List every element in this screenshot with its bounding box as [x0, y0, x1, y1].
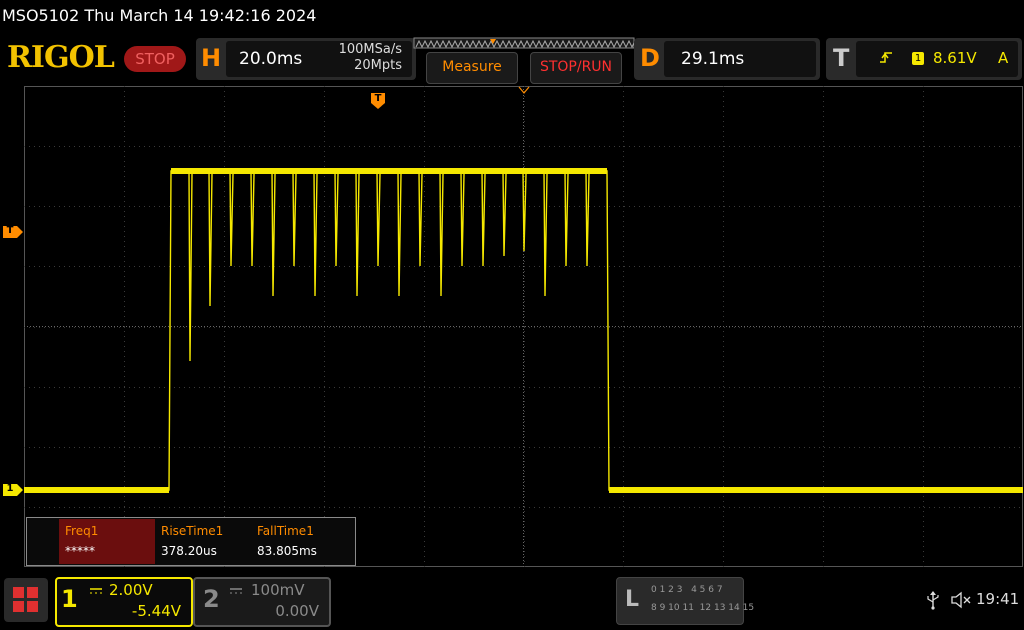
menu-button[interactable]	[4, 578, 48, 622]
trigger-level-label: T	[6, 225, 14, 236]
rigol-logo: RIGOL	[7, 40, 115, 75]
measure-button[interactable]: Measure	[426, 52, 518, 84]
center-marker	[518, 86, 530, 94]
trigger-panel[interactable]: T 1 8.61V A	[826, 38, 1022, 80]
ch1-ground-label: 1	[6, 483, 14, 494]
channel-1-number: 1	[61, 585, 78, 613]
trigger-level: 8.61V	[933, 49, 977, 67]
channel-2-number: 2	[203, 585, 220, 613]
meas-label-freq: Freq1	[65, 524, 99, 538]
meas-value-freq: *****	[65, 544, 95, 558]
logic-bits-high: 8 9 10 11 12 13 14 15	[651, 603, 755, 613]
dc-coupling-icon	[230, 588, 242, 594]
stop-run-label: STOP/RUN	[539, 59, 613, 75]
stop-run-button[interactable]: STOP/RUN	[530, 52, 622, 84]
horizontal-letter: H	[201, 44, 222, 72]
trigger-source: 1	[912, 52, 924, 65]
measurement-panel[interactable]: Freq1 ***** RiseTime1 378.20us FallTime1…	[26, 517, 356, 566]
waveform-graticule	[24, 86, 1023, 567]
ch1-waveform	[24, 170, 1023, 491]
ch1-baseline-high	[171, 168, 607, 174]
title-bar: MSO5102 Thu March 14 19:42:16 2024	[0, 0, 1024, 32]
timebase-value: 20.0ms	[239, 49, 303, 69]
channel-1-scale: 2.00V	[109, 581, 153, 599]
channel-2-panel[interactable]: 2 100mV 0.00V	[193, 577, 331, 627]
memory-position-ruler	[413, 37, 636, 49]
waveform-display[interactable]	[24, 86, 1023, 567]
dc-coupling-icon	[90, 588, 102, 594]
trigger-coupling: A	[998, 49, 1009, 67]
speaker-muted-icon[interactable]	[950, 590, 972, 610]
memory-depth: 20Mpts	[354, 58, 402, 73]
rising-edge-icon	[880, 52, 892, 63]
logic-panel[interactable]: L 0 1 2 3 4 5 6 7 8 9 10 11 12 13 14 15	[616, 577, 754, 625]
delay-value: 29.1ms	[681, 49, 745, 69]
sample-rate: 100MSa/s	[338, 42, 402, 57]
meas-value-rise: 378.20us	[161, 544, 217, 558]
delay-panel[interactable]: D 29.1ms	[634, 38, 820, 80]
measure-label: Measure	[442, 59, 502, 75]
ch1-baseline-low-left	[24, 487, 169, 493]
grid-menu-icon	[13, 587, 38, 612]
logic-bits-low: 0 1 2 3 4 5 6 7	[651, 585, 723, 595]
channel-1-offset: -5.44V	[131, 602, 181, 620]
trigger-position-label: T	[374, 93, 382, 104]
usb-icon	[927, 591, 939, 610]
horizontal-panel[interactable]: H 20.0ms 100MSa/s 20Mpts	[196, 38, 416, 80]
meas-label-rise: RiseTime1	[161, 524, 224, 538]
meas-value-fall: 83.805ms	[257, 544, 317, 558]
delay-letter: D	[640, 44, 660, 72]
meas-label-fall: FallTime1	[257, 524, 314, 538]
channel-2-scale: 100mV	[251, 581, 305, 599]
channel-1-panel[interactable]: 1 2.00V -5.44V	[55, 577, 193, 627]
run-status-badge[interactable]: STOP	[124, 46, 186, 72]
logic-letter: L	[625, 587, 640, 612]
clock-time: 19:41	[976, 590, 1020, 608]
trigger-letter: T	[833, 44, 850, 72]
channel-2-offset: 0.00V	[275, 602, 319, 620]
device-title: MSO5102 Thu March 14 19:42:16 2024	[2, 6, 317, 25]
ch1-baseline-low-right	[609, 487, 1023, 493]
